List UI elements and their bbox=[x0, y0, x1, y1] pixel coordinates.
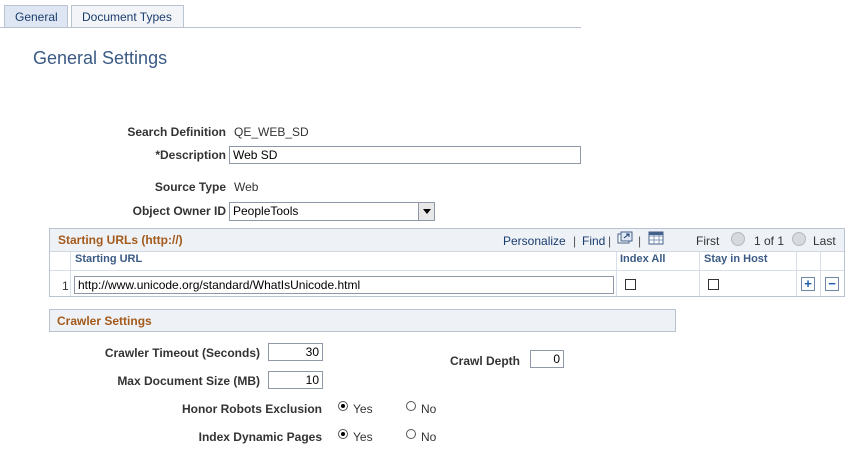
download-grid-icon[interactable] bbox=[648, 230, 665, 246]
max-document-size-label: Max Document Size (MB) bbox=[117, 374, 260, 388]
search-definition-label: Search Definition bbox=[127, 125, 226, 139]
column-stay-in-host[interactable]: Stay in Host bbox=[704, 253, 768, 265]
crawler-timeout-field[interactable]: 30 bbox=[268, 343, 323, 361]
crawl-depth-field[interactable]: 0 bbox=[530, 350, 564, 368]
tab-general[interactable]: General bbox=[4, 5, 68, 28]
honor-robots-yes-radio[interactable] bbox=[338, 401, 348, 411]
next-row-icon[interactable] bbox=[792, 232, 806, 246]
column-index-all[interactable]: Index All bbox=[620, 253, 665, 265]
personalize-link[interactable]: Personalize bbox=[503, 234, 566, 248]
column-starting-url[interactable]: Starting URL bbox=[75, 253, 142, 265]
index-dynamic-label: Index Dynamic Pages bbox=[198, 430, 322, 444]
column-divider bbox=[616, 251, 617, 296]
last-link[interactable]: Last bbox=[813, 234, 836, 248]
column-divider bbox=[796, 251, 797, 296]
page-title: General Settings bbox=[33, 48, 168, 68]
link-separator-3: | bbox=[638, 234, 642, 248]
honor-robots-no-label: No bbox=[421, 402, 437, 416]
starting-urls-title: Starting URLs (http://) bbox=[58, 233, 183, 247]
link-separator-2: | bbox=[608, 234, 612, 248]
max-document-size-field[interactable]: 10 bbox=[268, 371, 323, 389]
previous-row-icon[interactable] bbox=[731, 232, 745, 246]
source-type-value: Web bbox=[234, 180, 259, 194]
add-row-button[interactable]: + bbox=[801, 277, 815, 291]
object-owner-value: PeopleTools bbox=[233, 204, 299, 218]
description-field[interactable]: Web SD bbox=[229, 146, 581, 164]
delete-row-button[interactable]: − bbox=[825, 277, 839, 291]
object-owner-select[interactable]: PeopleTools bbox=[229, 202, 435, 221]
crawler-timeout-label: Crawler Timeout (Seconds) bbox=[104, 346, 260, 360]
column-divider bbox=[70, 251, 71, 296]
honor-robots-label: Honor Robots Exclusion bbox=[181, 402, 322, 416]
index-dynamic-yes-radio[interactable] bbox=[338, 429, 348, 439]
column-divider bbox=[820, 251, 821, 296]
crawler-settings-title: Crawler Settings bbox=[57, 314, 152, 328]
find-link[interactable]: Find bbox=[582, 234, 605, 248]
view-all-icon[interactable] bbox=[617, 231, 633, 245]
crawl-depth-label: Crawl Depth bbox=[449, 354, 520, 368]
honor-robots-no-radio[interactable] bbox=[406, 401, 416, 411]
stay-in-host-checkbox[interactable] bbox=[708, 279, 719, 290]
index-all-checkbox[interactable] bbox=[625, 279, 636, 290]
index-dynamic-no-label: No bbox=[421, 430, 437, 444]
tab-document-types[interactable]: Document Types bbox=[71, 5, 184, 27]
search-definition-value: QE_WEB_SD bbox=[234, 125, 309, 139]
honor-robots-yes-label: Yes bbox=[353, 402, 373, 416]
object-owner-label: Object Owner ID bbox=[132, 204, 226, 218]
link-separator: | bbox=[573, 234, 577, 248]
index-dynamic-no-radio[interactable] bbox=[406, 429, 416, 439]
column-divider bbox=[699, 251, 700, 296]
source-type-label: Source Type bbox=[154, 180, 226, 194]
pager-count: 1 of 1 bbox=[754, 234, 785, 248]
starting-url-field[interactable]: http://www.unicode.org/standard/WhatIsUn… bbox=[74, 276, 614, 294]
header-row-divider bbox=[50, 270, 844, 271]
row-number: 1 bbox=[62, 279, 69, 293]
description-label: *Description bbox=[155, 148, 226, 162]
first-link[interactable]: First bbox=[696, 234, 719, 248]
tab-divider bbox=[0, 27, 581, 28]
index-dynamic-yes-label: Yes bbox=[353, 430, 373, 444]
chevron-down-icon[interactable] bbox=[418, 203, 434, 220]
